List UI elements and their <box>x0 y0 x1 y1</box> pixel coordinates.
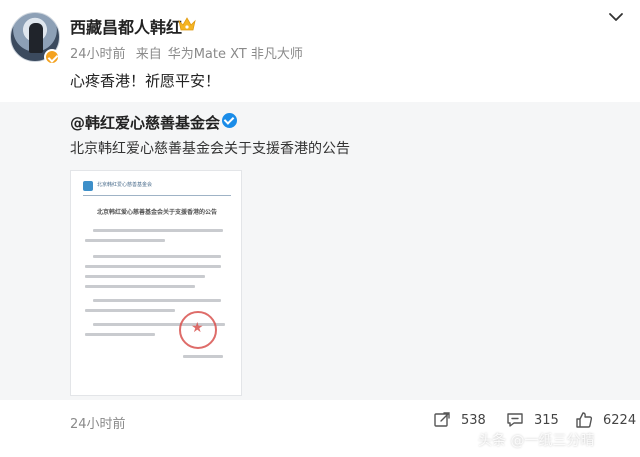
red-seal-stamp <box>179 311 217 349</box>
like-count: 6224 <box>603 412 637 428</box>
repost-text: 北京韩红爱心慈善基金会关于支援香港的公告 <box>70 141 350 157</box>
weibo-post: 西藏昌都人韩红 24小时前 来自 华为Mate XT 非凡大师 心疼香港！祈愿平安… <box>0 0 640 457</box>
repost-author[interactable]: @韩红爱心慈善基金会 <box>70 112 220 133</box>
repost-block[interactable]: @韩红爱心慈善基金会 北京韩红爱心慈善基金会关于支援香港的公告 北京韩红爱心慈善… <box>0 102 640 400</box>
doc-text-line <box>93 255 221 258</box>
source-device[interactable]: 华为Mate XT 非凡大师 <box>168 47 303 62</box>
doc-rule <box>83 195 231 196</box>
post-meta: 24小时前 来自 华为Mate XT 非凡大师 <box>70 43 309 62</box>
like-button[interactable]: 6224 <box>575 410 636 430</box>
thumbs-up-icon <box>576 412 593 428</box>
foundation-logo-icon <box>83 181 93 191</box>
doc-text-line <box>93 299 221 302</box>
source-prefix: 来自 <box>135 47 162 62</box>
author-name[interactable]: 西藏昌都人韩红 <box>70 14 182 38</box>
announcement-image[interactable]: 北京韩红爱心慈善基金会 北京韩红爱心慈善基金会关于支援香港的公告 <box>70 170 242 396</box>
post-time: 24小时前 <box>70 47 126 62</box>
doc-text-line <box>93 229 223 232</box>
doc-text-line <box>85 265 221 268</box>
footer-time: 24小时前 <box>70 417 126 432</box>
repost-button[interactable]: 538 <box>433 410 486 430</box>
post-content: 心疼香港！祈愿平安！ <box>70 72 221 90</box>
repost-count: 538 <box>461 412 486 428</box>
chevron-down-icon[interactable] <box>606 10 626 24</box>
doc-text-line <box>183 355 223 358</box>
comment-count: 315 <box>534 412 559 428</box>
doc-title: 北京韩红爱心慈善基金会关于支援香港的公告 <box>96 209 217 216</box>
doc-text-line <box>85 309 175 312</box>
doc-text-line <box>85 239 165 242</box>
comment-icon <box>507 413 523 427</box>
avatar-figure <box>29 23 43 53</box>
crown-icon <box>178 17 196 31</box>
watermark: 头条 @一纸三分晴 <box>478 433 595 449</box>
repost-icon <box>434 412 450 427</box>
doc-text-line <box>85 333 155 336</box>
verified-badge-icon <box>44 49 60 65</box>
doc-header: 北京韩红爱心慈善基金会 <box>97 182 153 188</box>
doc-text-line <box>85 275 205 278</box>
comment-button[interactable]: 315 <box>506 410 559 430</box>
blue-verified-icon <box>222 113 237 128</box>
doc-text-line <box>85 285 195 288</box>
